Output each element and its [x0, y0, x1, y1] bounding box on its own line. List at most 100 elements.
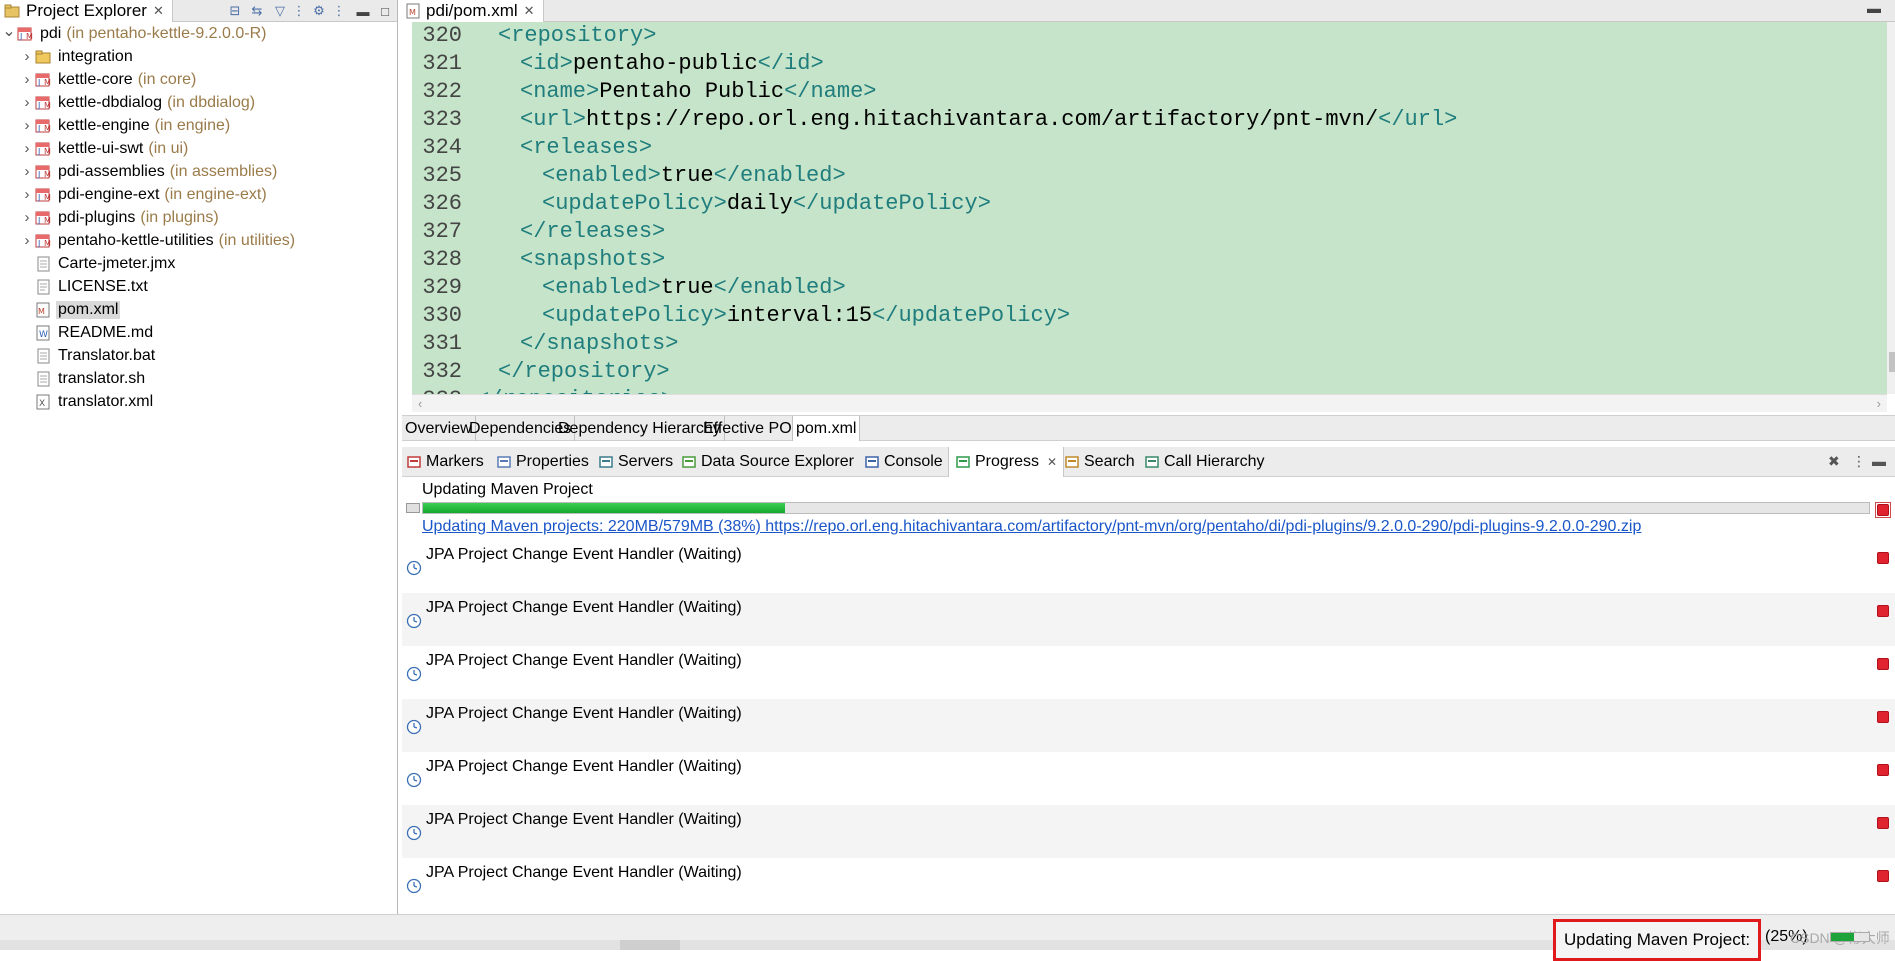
- tree-item[interactable]: › J Mpdi-plugins (in plugins): [0, 206, 398, 229]
- svg-text:M: M: [44, 170, 51, 179]
- progress-fill: [423, 503, 785, 513]
- close-icon[interactable]: ✕: [524, 3, 535, 19]
- tree-item[interactable]: translator.sh: [0, 367, 398, 390]
- tab-console[interactable]: Console: [864, 447, 943, 477]
- horizontal-scrollbar[interactable]: ‹ ›: [412, 394, 1887, 412]
- tab-label: Console: [884, 453, 943, 470]
- gear-icon[interactable]: ⚙: [310, 2, 328, 20]
- chevron-right-icon[interactable]: ›: [20, 68, 34, 91]
- chevron-right-icon[interactable]: ›: [20, 183, 34, 206]
- minimize-icon[interactable]: ▬: [354, 2, 372, 20]
- tree-item[interactable]: › integration: [0, 45, 398, 68]
- tree-item[interactable]: Mpom.xml: [0, 298, 398, 321]
- chevron-down-icon[interactable]: ⌄: [2, 19, 16, 42]
- tree-item[interactable]: › J Mpdi-assemblies (in assemblies): [0, 160, 398, 183]
- code-line: 322 <name>Pentaho Public</name>: [412, 78, 1887, 106]
- tree-item[interactable]: › J Mpdi-engine-ext (in engine-ext): [0, 183, 398, 206]
- filter-icon[interactable]: ▽: [271, 2, 289, 20]
- progress-icon: [955, 454, 971, 470]
- tree-item-location: (in utilities): [218, 231, 296, 249]
- tree-item[interactable]: › J Mkettle-ui-swt (in ui): [0, 137, 398, 160]
- cancel-job-button[interactable]: [1875, 502, 1891, 518]
- tab-search[interactable]: Search: [1064, 447, 1135, 477]
- status-mini-progress[interactable]: [1830, 932, 1870, 942]
- chevron-right-icon[interactable]: ›: [20, 114, 34, 137]
- remove-all-icon[interactable]: ✖: [1828, 453, 1840, 470]
- scroll-right-icon[interactable]: ›: [1877, 396, 1881, 411]
- waiting-job-row: JPA Project Change Event Handler (Waitin…: [402, 593, 1895, 646]
- xml-tag: </repository>: [498, 359, 670, 384]
- line-number: 322: [422, 79, 462, 104]
- line-number: 330: [422, 303, 462, 328]
- stop-icon[interactable]: [1877, 552, 1889, 564]
- svg-text:M: M: [44, 239, 51, 248]
- tree-item-label: kettle-ui-swt: [58, 139, 144, 157]
- svg-text:M: M: [44, 193, 51, 202]
- tree-item[interactable]: LICENSE.txt: [0, 275, 398, 298]
- status-progress-indicator[interactable]: Updating Maven Project:: [1553, 919, 1762, 961]
- vertical-scrollbar[interactable]: [1887, 22, 1895, 394]
- view-menu-icon[interactable]: ⋮: [1852, 453, 1866, 470]
- view-menu-icon[interactable]: ⋮: [330, 2, 348, 20]
- stop-icon[interactable]: [1877, 817, 1889, 829]
- tree-item[interactable]: Xtranslator.xml: [0, 390, 398, 413]
- chevron-right-icon[interactable]: ›: [20, 45, 34, 68]
- tree-item[interactable]: › J Mkettle-core (in core): [0, 68, 398, 91]
- svg-text:J: J: [37, 147, 40, 156]
- minimize-icon[interactable]: ▬: [1867, 0, 1881, 16]
- tab-pom-xml[interactable]: pom.xml: [792, 416, 861, 441]
- xml-file-icon: X: [34, 393, 52, 411]
- minimize-icon[interactable]: ▬: [1872, 453, 1886, 469]
- stop-icon[interactable]: [1877, 711, 1889, 723]
- line-number: 328: [422, 247, 462, 272]
- tree-item[interactable]: ⌄ J Mpdi (in pentaho-kettle-9.2.0.0-R): [0, 22, 398, 45]
- tab-project-explorer[interactable]: Project Explorer ✕: [0, 0, 173, 22]
- chevron-right-icon[interactable]: ›: [20, 137, 34, 160]
- scroll-left-icon[interactable]: ‹: [418, 396, 422, 411]
- maximize-icon[interactable]: □: [376, 2, 394, 20]
- chevron-right-icon[interactable]: ›: [20, 91, 34, 114]
- tab-properties[interactable]: Properties: [496, 447, 589, 477]
- tab-progress[interactable]: Progress ✕: [948, 447, 1065, 477]
- chevron-right-icon[interactable]: ›: [20, 160, 34, 183]
- maven-project-icon: JM: [16, 25, 34, 43]
- tree-item[interactable]: › J Mpentaho-kettle-utilities (in utilities…: [0, 229, 398, 252]
- data-source-icon: [681, 454, 697, 470]
- tab-label: Data Source Explorer: [701, 453, 854, 470]
- tab-data-source-explorer[interactable]: Data Source Explorer: [681, 447, 854, 477]
- tree-item[interactable]: Carte-jmeter.jmx: [0, 252, 398, 275]
- code-line: 324 <releases>: [412, 134, 1887, 162]
- tab-markers[interactable]: Markers: [406, 447, 484, 477]
- tree-item-label: kettle-dbdialog: [58, 93, 163, 111]
- xml-tag: <id>: [520, 51, 573, 76]
- tab-call-hierarchy[interactable]: Call Hierarchy: [1144, 447, 1264, 477]
- close-icon[interactable]: ✕: [153, 3, 164, 19]
- tree-item-label: README.md: [58, 323, 154, 341]
- close-icon[interactable]: ✕: [1047, 455, 1057, 469]
- link-with-editor-icon[interactable]: ⇆: [248, 2, 266, 20]
- svg-text:M: M: [44, 216, 51, 225]
- tree-item[interactable]: › J Mkettle-engine (in engine): [0, 114, 398, 137]
- stop-icon[interactable]: [1877, 605, 1889, 617]
- line-number: 321: [422, 51, 462, 76]
- svg-text:X: X: [39, 399, 45, 409]
- job-detail-link[interactable]: Updating Maven projects: 220MB/579MB (38…: [422, 518, 1641, 536]
- waiting-job-label: JPA Project Change Event Handler (Waitin…: [426, 705, 742, 722]
- tree-item-label: kettle-engine: [58, 116, 150, 134]
- tab-pom-xml[interactable]: M pdi/pom.xml ✕: [402, 0, 544, 22]
- tab-servers[interactable]: Servers: [598, 447, 673, 477]
- chevron-right-icon[interactable]: ›: [20, 206, 34, 229]
- tree-item[interactable]: › J Mkettle-dbdialog (in dbdialog): [0, 91, 398, 114]
- collapse-all-icon[interactable]: ⊟: [226, 2, 244, 20]
- tab-label: Markers: [426, 453, 484, 470]
- code-area[interactable]: 320 <repository> 321 <id>pentaho-public</id…: [412, 22, 1887, 394]
- chevron-right-icon[interactable]: ›: [20, 229, 34, 252]
- view-menu-icon[interactable]: ⋮: [290, 2, 308, 20]
- stop-icon[interactable]: [1877, 870, 1889, 882]
- tree-item[interactable]: W README.md: [0, 321, 398, 344]
- xml-tag: <repository>: [498, 23, 657, 48]
- stop-icon[interactable]: [1877, 764, 1889, 776]
- tree-item[interactable]: Translator.bat: [0, 344, 398, 367]
- tab-overview[interactable]: Overview: [402, 416, 476, 441]
- stop-icon[interactable]: [1877, 658, 1889, 670]
